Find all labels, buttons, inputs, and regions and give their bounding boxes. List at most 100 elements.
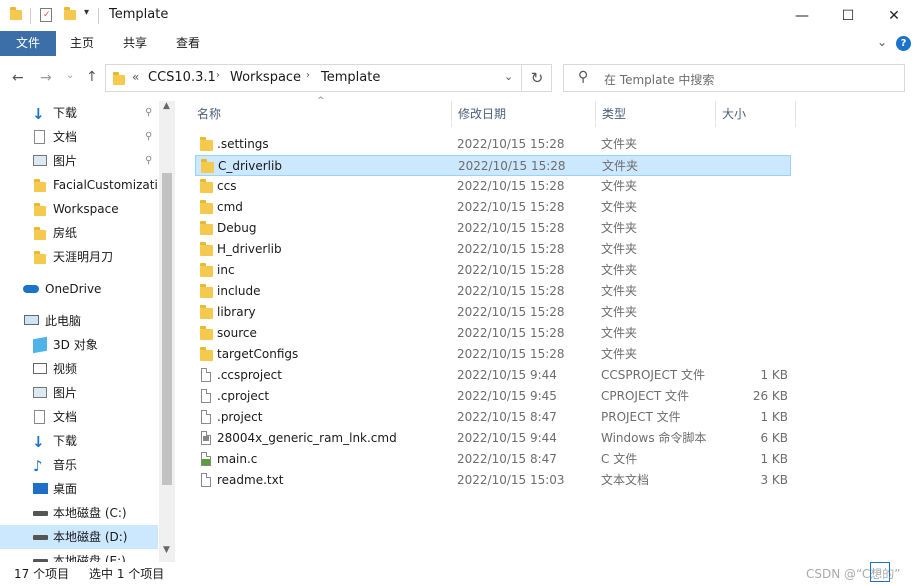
forward-arrow-icon[interactable]: → [40, 70, 52, 86]
back-arrow-icon[interactable]: ← [12, 70, 24, 86]
file-name: .cproject [217, 389, 270, 403]
scrollbar-thumb[interactable] [162, 173, 172, 485]
folder-icon [200, 305, 213, 319]
column-divider[interactable] [451, 101, 452, 127]
file-type: 文件夹 [602, 159, 639, 173]
ribbon-tabs: 文件 主页 共享 查看 ⌄ ? [0, 31, 917, 56]
document-icon [34, 130, 45, 144]
file-row[interactable]: C_driverlib 2022/10/15 15:28 文件夹 [195, 155, 791, 176]
maximize-button[interactable]: ☐ [825, 0, 871, 31]
sidebar-item-videos[interactable]: 视频 [0, 357, 158, 381]
refresh-button[interactable]: ↻ [521, 64, 552, 92]
column-divider[interactable] [715, 101, 716, 127]
sidebar-item-tianya[interactable]: 天涯明月刀 [0, 245, 158, 269]
sidebar-item-fangzhi[interactable]: 房纸 [0, 221, 158, 245]
file-row[interactable]: ccs 2022/10/15 15:28 文件夹 [195, 176, 791, 197]
up-arrow-icon[interactable]: ↑ [86, 69, 98, 85]
sidebar-item-3d-objects[interactable]: 3D 对象 [0, 333, 158, 357]
breadcrumb-item-workspace[interactable]: Workspace [230, 70, 301, 85]
breadcrumb-separator-icon[interactable]: › [306, 70, 310, 81]
sidebar-item-drive-e[interactable]: 本地磁盘 (E:) [0, 549, 158, 562]
sidebar-item-pictures[interactable]: 图片 ⚲ [0, 149, 158, 173]
scroll-down-icon[interactable]: ▼ [163, 545, 170, 555]
sidebar-item-downloads[interactable]: ↓ 下载 ⚲ [0, 101, 158, 125]
file-row[interactable]: source 2022/10/15 15:28 文件夹 [195, 323, 791, 344]
file-size: 3 KB [760, 473, 788, 487]
navigation-pane[interactable]: ↓ 下载 ⚲ 文档 ⚲ 图片 ⚲ FacialCustomizatio Work… [0, 101, 175, 562]
column-header-date[interactable]: 修改日期 [458, 101, 588, 127]
sidebar-item-downloads-pc[interactable]: ↓ 下载 [0, 429, 158, 453]
recent-locations-chevron-icon[interactable]: ⌄ [66, 70, 74, 81]
folder-icon [200, 326, 213, 340]
tab-view[interactable]: 查看 [166, 31, 210, 56]
column-divider[interactable] [795, 101, 796, 127]
address-bar[interactable]: « CCS10.3.1 › Workspace › Template ⌄ [105, 64, 552, 92]
sidebar-item-music[interactable]: ♪ 音乐 [0, 453, 158, 477]
file-row[interactable]: include 2022/10/15 15:28 文件夹 [195, 281, 791, 302]
file-name: inc [217, 263, 235, 277]
sidebar-item-pictures-pc[interactable]: 图片 [0, 381, 158, 405]
file-row[interactable]: Debug 2022/10/15 15:28 文件夹 [195, 218, 791, 239]
search-box[interactable]: ⚲ 在 Template 中搜索 [563, 64, 905, 92]
file-row[interactable]: inc 2022/10/15 15:28 文件夹 [195, 260, 791, 281]
breadcrumb-separator-icon[interactable]: › [216, 70, 220, 81]
file-row[interactable]: library 2022/10/15 15:28 文件夹 [195, 302, 791, 323]
file-row[interactable]: 28004x_generic_ram_lnk.cmd 2022/10/15 9:4… [195, 428, 791, 449]
file-date: 2022/10/15 9:44 [457, 368, 557, 382]
sidebar-item-documents[interactable]: 文档 ⚲ [0, 125, 158, 149]
file-row[interactable]: readme.txt 2022/10/15 15:03 文本文档 3 KB [195, 470, 791, 491]
column-header-type[interactable]: 类型 [602, 101, 712, 127]
pin-icon[interactable]: ⚲ [145, 101, 152, 125]
breadcrumb-overflow[interactable]: « [132, 70, 139, 84]
minimize-button[interactable]: — [779, 0, 825, 31]
address-dropdown-icon[interactable]: ⌄ [504, 70, 513, 83]
properties-icon[interactable]: ✓ [40, 8, 52, 22]
breadcrumb-item-template[interactable]: Template [321, 70, 380, 85]
help-icon[interactable]: ? [896, 36, 911, 51]
tab-file[interactable]: 文件 [0, 31, 56, 56]
file-name: .ccsproject [217, 368, 282, 382]
file-row[interactable]: H_driverlib 2022/10/15 15:28 文件夹 [195, 239, 791, 260]
file-row[interactable]: .ccsproject 2022/10/15 9:44 CCSPROJECT 文件 1… [195, 365, 791, 386]
details-view-icon[interactable] [870, 562, 890, 582]
folder-icon [200, 263, 213, 277]
file-size: 1 KB [760, 452, 788, 466]
pin-icon[interactable]: ⚲ [145, 125, 152, 149]
file-row[interactable]: .cproject 2022/10/15 9:45 CPROJECT 文件 26 KB [195, 386, 791, 407]
sidebar-item-workspace[interactable]: Workspace [0, 197, 158, 221]
file-row[interactable]: main.c 2022/10/15 8:47 C 文件 1 KB [195, 449, 791, 470]
sidebar-item-drive-c[interactable]: 本地磁盘 (C:) [0, 501, 158, 525]
file-name: .project [217, 410, 263, 424]
quick-access-toolbar-dropdown-icon[interactable]: ▾ [84, 7, 89, 18]
new-folder-icon[interactable] [64, 7, 76, 20]
sidebar-item-this-pc[interactable]: 此电脑 [0, 309, 158, 333]
column-header-name[interactable]: 名称 [197, 101, 447, 127]
close-button[interactable]: ✕ [871, 0, 917, 31]
file-row[interactable]: .settings 2022/10/15 15:28 文件夹 [195, 134, 791, 155]
sidebar-scrollbar[interactable]: ▲ ▼ [159, 101, 175, 562]
pin-icon[interactable]: ⚲ [145, 149, 152, 173]
scroll-up-icon[interactable]: ▲ [163, 101, 170, 111]
file-row[interactable]: .project 2022/10/15 8:47 PROJECT 文件 1 KB [195, 407, 791, 428]
computer-icon [24, 315, 39, 325]
file-row[interactable]: cmd 2022/10/15 15:28 文件夹 [195, 197, 791, 218]
column-header-size[interactable]: 大小 [722, 101, 792, 127]
sidebar-item-onedrive[interactable]: OneDrive [0, 277, 158, 301]
sidebar-item-label: 本地磁盘 (D:) [53, 530, 128, 544]
large-icons-view-icon[interactable] [893, 562, 913, 582]
tab-home[interactable]: 主页 [60, 31, 104, 56]
file-size: 26 KB [752, 389, 788, 403]
breadcrumb-item-ccs[interactable]: CCS10.3.1 [148, 70, 216, 85]
sidebar-item-facialcustomization[interactable]: FacialCustomizatio [0, 173, 158, 197]
expand-ribbon-icon[interactable]: ⌄ [877, 35, 887, 49]
sidebar-item-desktop[interactable]: 桌面 [0, 477, 158, 501]
file-row[interactable]: targetConfigs 2022/10/15 15:28 文件夹 [195, 344, 791, 365]
sidebar-item-label: 文档 [53, 130, 78, 144]
column-divider[interactable] [595, 101, 596, 127]
sidebar-item-documents-pc[interactable]: 文档 [0, 405, 158, 429]
tab-share[interactable]: 共享 [113, 31, 157, 56]
search-input[interactable]: 在 Template 中搜索 [604, 71, 714, 88]
c-file-icon [201, 452, 211, 466]
sidebar-item-drive-d[interactable]: 本地磁盘 (D:) [0, 525, 158, 549]
status-bar: 17 个项目 选中 1 个项目 CSDN @“C想的” [0, 562, 917, 586]
